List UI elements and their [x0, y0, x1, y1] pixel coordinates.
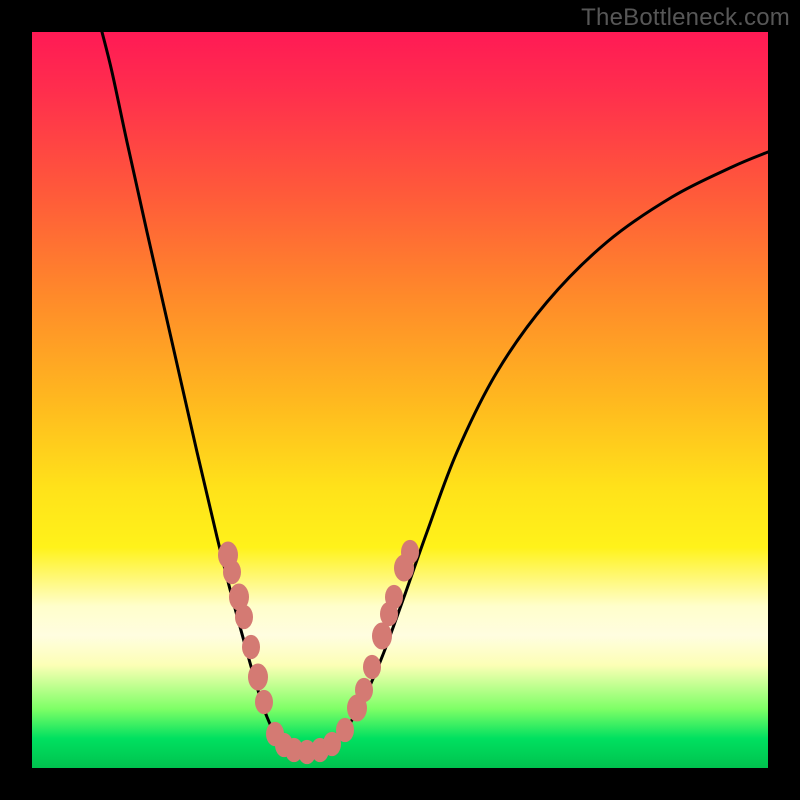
curve-bead — [255, 690, 273, 714]
curve-bead — [363, 655, 381, 679]
curve-bead — [248, 664, 268, 691]
watermark-text: TheBottleneck.com — [581, 4, 790, 32]
bottleneck-v-curve — [102, 32, 768, 753]
chart-overlay — [32, 32, 768, 768]
curve-bead — [401, 540, 419, 564]
curve-beads-group — [218, 540, 419, 764]
curve-bead — [372, 623, 392, 650]
curve-bead — [242, 635, 260, 659]
curve-bead — [223, 560, 241, 584]
curve-bead — [336, 718, 354, 742]
viewport: TheBottleneck.com — [0, 0, 800, 800]
curve-bead — [355, 678, 373, 702]
curve-bead — [235, 605, 253, 629]
plot-area — [32, 32, 768, 768]
curve-bead — [385, 585, 403, 609]
